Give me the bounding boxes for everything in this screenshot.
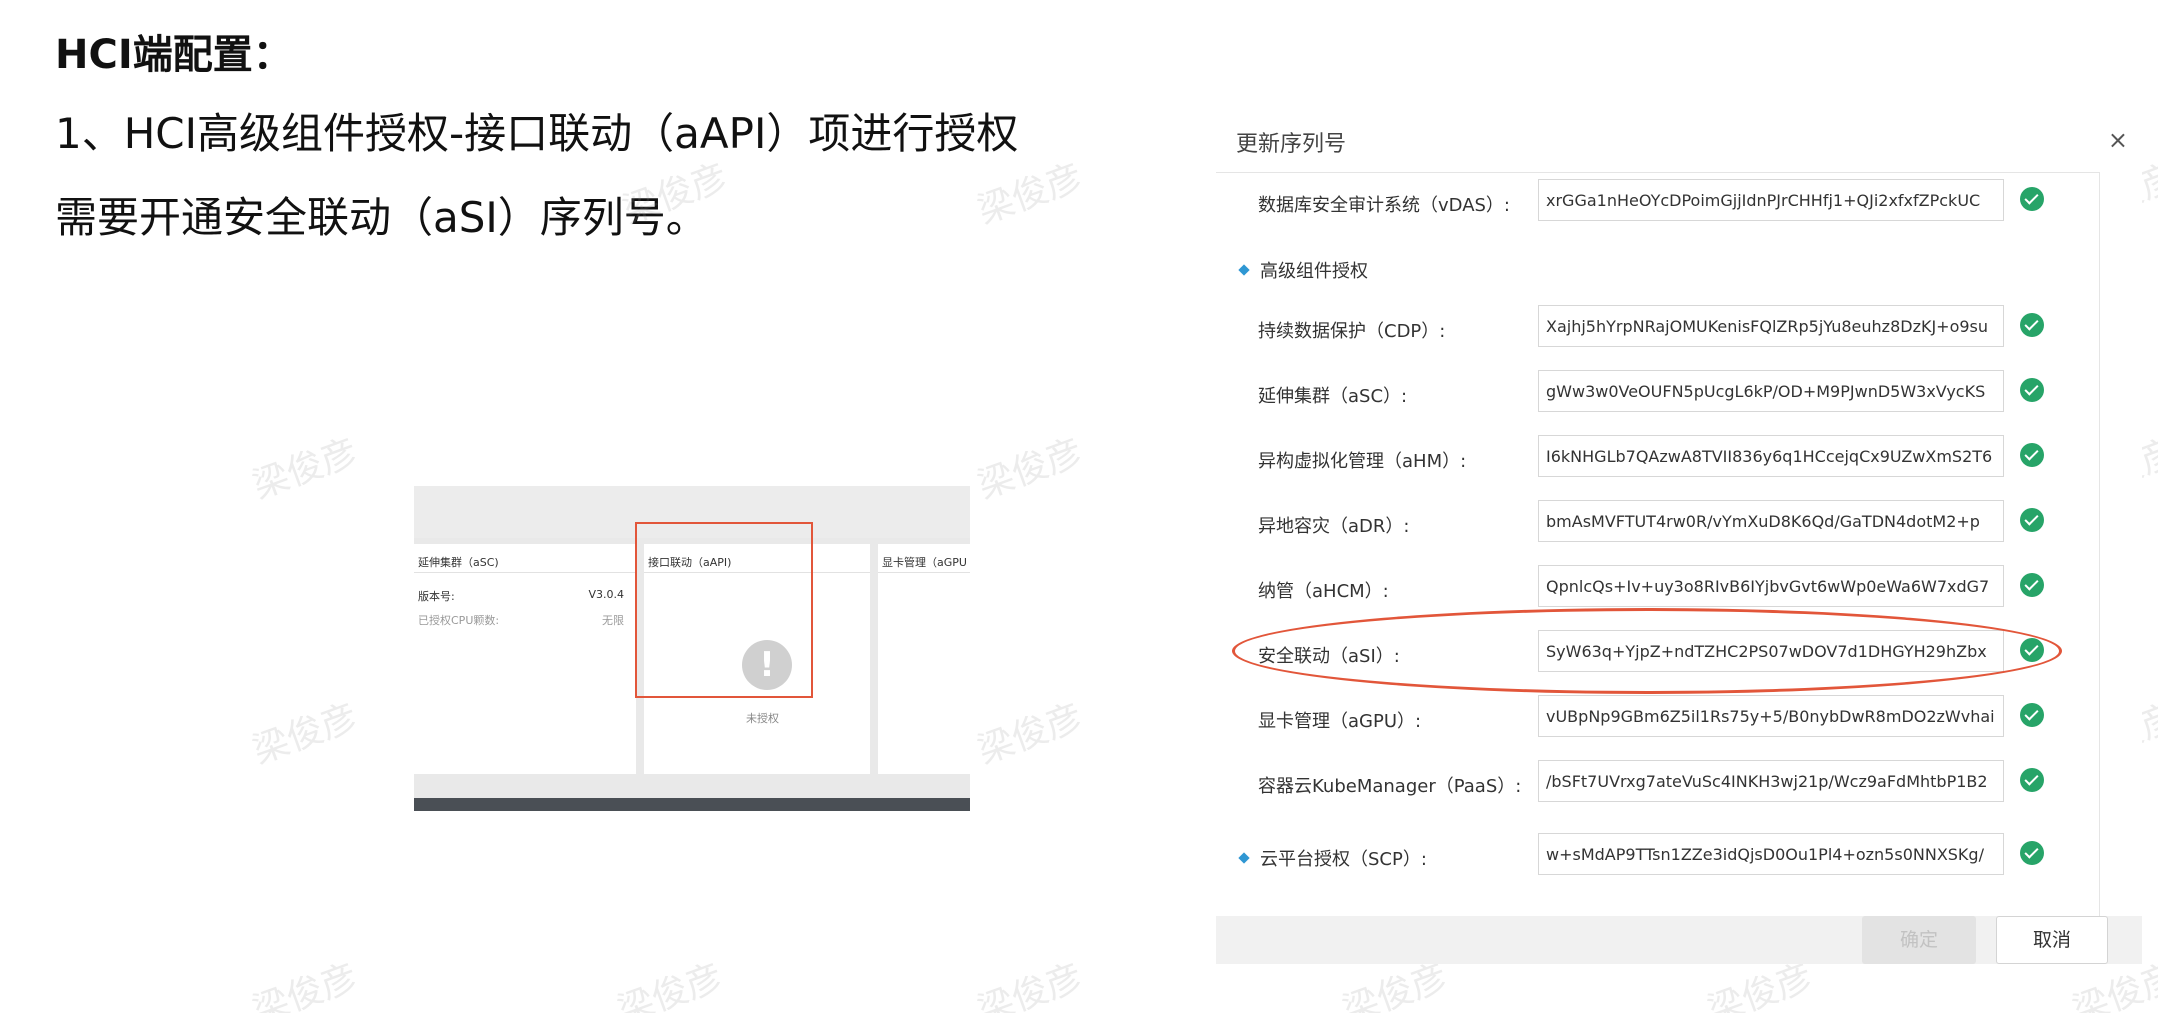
- unauthorized-status: 未授权: [746, 712, 779, 725]
- row-label: 异地容灾（aDR）:: [1258, 516, 1410, 537]
- license-row-asc: 延伸集群（aSC）:: [1216, 370, 2100, 414]
- serial-input-ahm[interactable]: [1538, 435, 2004, 477]
- row-label: 云平台授权（SCP）:: [1238, 845, 1427, 871]
- dialog-title: 更新序列号: [1236, 132, 1347, 157]
- check-circle-icon: [2020, 573, 2044, 597]
- check-circle-icon: [2020, 768, 2044, 792]
- serial-input-agpu[interactable]: [1538, 695, 2004, 737]
- check-circle-icon: [2020, 841, 2044, 865]
- license-row-agpu: 显卡管理（aGPU）:: [1216, 695, 2100, 739]
- row-label: 异构虚拟化管理（aHM）:: [1258, 451, 1467, 472]
- watermark: 梁俊彦: [247, 431, 363, 508]
- diamond-bullet-icon: [1238, 852, 1250, 864]
- dialog-body: 数据库安全审计系统（vDAS）: 高级组件授权 持续数据保护（CDP）: 延伸集…: [1216, 172, 2100, 916]
- serial-input-ahcm[interactable]: [1538, 565, 2004, 607]
- check-circle-icon: [2020, 378, 2044, 402]
- watermark: 梁俊彦: [972, 431, 1088, 508]
- watermark: 梁俊彦: [247, 696, 363, 773]
- serial-input-cdp[interactable]: [1538, 305, 2004, 347]
- row-label: 持续数据保护（CDP）:: [1258, 321, 1446, 342]
- license-row-ahcm: 纳管（aHCM）:: [1216, 565, 2100, 609]
- version-label: 版本号:: [418, 590, 455, 603]
- serial-input-adr[interactable]: [1538, 500, 2004, 542]
- watermark: 梁俊彦: [247, 956, 363, 1013]
- cpu-value: 无限: [602, 614, 624, 627]
- serial-input-asc[interactable]: [1538, 370, 2004, 412]
- row-label: 显卡管理（aGPU）:: [1258, 711, 1422, 732]
- version-value: V3.0.4: [588, 588, 624, 601]
- card-title: 显卡管理（aGPU: [882, 556, 967, 569]
- section-title: 高级组件授权: [1260, 261, 1368, 282]
- cpu-label: 已授权CPU颗数:: [418, 614, 500, 627]
- watermark: 梁俊彦: [972, 696, 1088, 773]
- divider: [414, 572, 636, 573]
- section-advanced-components: 高级组件授权: [1238, 257, 1368, 283]
- license-row-paas: 容器云KubeManager（PaaS）:: [1216, 760, 2100, 804]
- version-row: 版本号: V3.0.4: [418, 588, 624, 604]
- watermark: 梁俊彦: [612, 956, 728, 1013]
- serial-input-vdas[interactable]: [1538, 179, 2004, 221]
- slide-heading: HCI端配置：: [55, 32, 293, 78]
- card-agpu: 显卡管理（aGPU: [878, 544, 970, 774]
- confirm-button[interactable]: 确定: [1862, 916, 1976, 964]
- check-circle-icon: [2020, 313, 2044, 337]
- highlight-box: [635, 522, 813, 698]
- card-asc: 延伸集群（aSC) 版本号: V3.0.4 已授权CPU颗数: 无限: [414, 544, 636, 774]
- row-label: 纳管（aHCM）:: [1258, 581, 1389, 602]
- row-label: 延伸集群（aSC）:: [1258, 386, 1408, 407]
- check-circle-icon: [2020, 187, 2044, 211]
- license-row-ahm: 异构虚拟化管理（aHM）:: [1216, 435, 2100, 479]
- license-row-vdas: 数据库安全审计系统（vDAS）:: [1216, 179, 2100, 223]
- check-circle-icon: [2020, 703, 2044, 727]
- mini-bottombar: [414, 798, 970, 811]
- license-row-scp: 云平台授权（SCP）:: [1216, 833, 2100, 877]
- highlight-ellipse: [1232, 608, 2062, 694]
- divider: [878, 572, 970, 573]
- diamond-bullet-icon: [1238, 264, 1250, 276]
- check-circle-icon: [2020, 443, 2044, 467]
- license-row-cdp: 持续数据保护（CDP）:: [1216, 305, 2100, 349]
- row-label: 数据库安全审计系统（vDAS）:: [1258, 195, 1510, 216]
- cancel-button[interactable]: 取消: [1996, 916, 2108, 964]
- cpu-row: 已授权CPU颗数: 无限: [418, 612, 624, 628]
- close-icon[interactable]: ×: [2108, 126, 2128, 154]
- update-serial-dialog: 更新序列号 × 数据库安全审计系统（vDAS）: 高级组件授权 持续数据保护（C…: [1216, 106, 2142, 964]
- row-label: 容器云KubeManager（PaaS）:: [1258, 776, 1522, 797]
- instruction-line-2: 需要开通安全联动（aSI）序列号。: [55, 193, 708, 242]
- watermark: 梁俊彦: [972, 956, 1088, 1013]
- license-row-adr: 异地容灾（aDR）:: [1216, 500, 2100, 544]
- row-label-text: 云平台授权（SCP）:: [1260, 849, 1427, 870]
- check-circle-icon: [2020, 508, 2044, 532]
- serial-input-scp[interactable]: [1538, 833, 2004, 875]
- instruction-line-1: 1、HCI高级组件授权-接口联动（aAPI）项进行授权: [55, 109, 1019, 158]
- serial-input-paas[interactable]: [1538, 760, 2004, 802]
- card-title: 延伸集群（aSC): [418, 556, 499, 569]
